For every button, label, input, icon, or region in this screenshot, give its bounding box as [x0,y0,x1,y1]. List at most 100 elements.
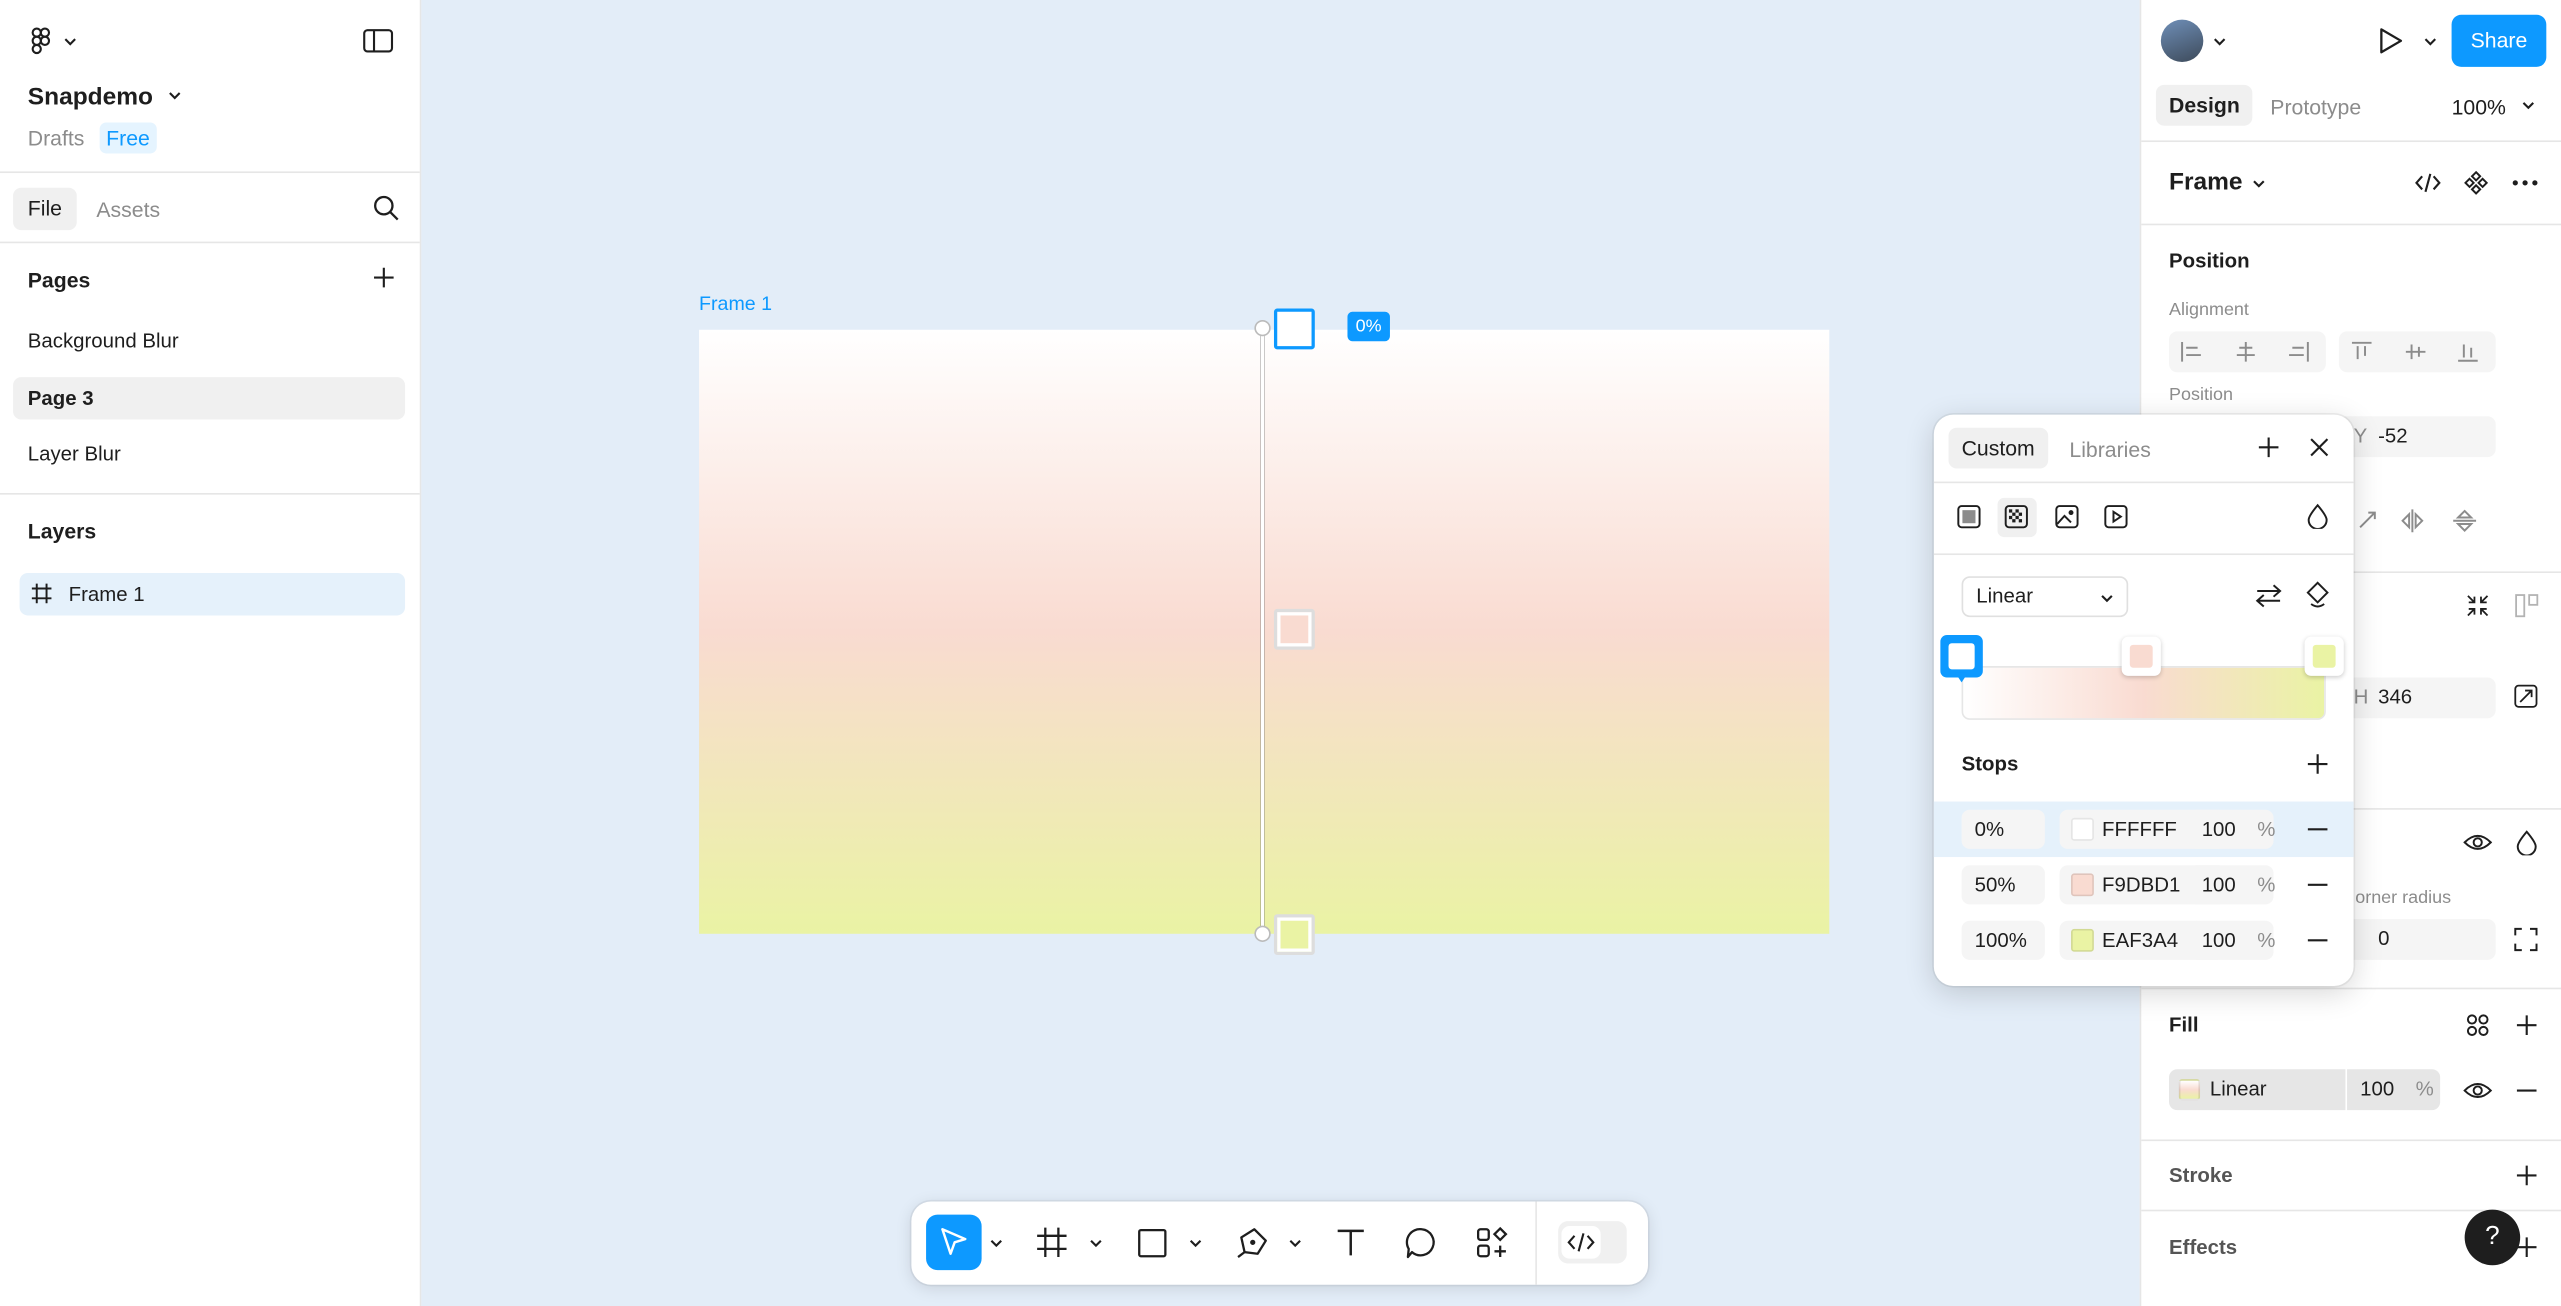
stop-swatch[interactable] [2071,873,2094,897]
tab-prototype[interactable]: Prototype [2270,95,2361,119]
remove-stop-icon[interactable] [2305,872,2331,898]
rotate-gradient-icon[interactable] [2306,581,2329,610]
stop-swatch[interactable] [2071,928,2094,952]
align-left-icon[interactable] [2180,341,2203,362]
chevron-down-icon[interactable] [1287,1234,1303,1250]
resize-to-fit-icon[interactable] [2465,593,2491,619]
stop-position-field[interactable]: 100% [1961,920,2045,960]
blend-mode-icon[interactable] [2515,829,2538,856]
comment-tool-icon[interactable] [1405,1226,1439,1260]
file-name[interactable]: Snapdemo [28,83,153,111]
canvas[interactable]: Frame 1 0% [421,0,2140,1306]
share-button[interactable]: Share [2451,14,2547,67]
constrain-proportions-icon[interactable] [2514,684,2538,708]
align-bottom-icon[interactable] [2456,341,2479,362]
play-icon[interactable] [2376,26,2404,55]
layer-item-frame-1[interactable]: Frame 1 [19,573,406,616]
gradient-stop-handle-0[interactable] [1273,308,1315,350]
component-icon[interactable] [2463,170,2489,196]
add-style-icon[interactable] [2256,434,2282,460]
toggle-sidebar-icon[interactable] [363,28,394,54]
chevron-down-icon[interactable] [2211,33,2227,49]
help-button[interactable]: ? [2464,1209,2521,1266]
flip-vertical-icon[interactable] [2452,508,2478,534]
selection-type[interactable]: Frame [2169,168,2243,196]
gradient-stop-handle-50[interactable] [1273,608,1315,650]
frame-label[interactable]: Frame 1 [699,292,772,315]
h-field[interactable]: H 346 [2338,677,2496,719]
tab-custom[interactable]: Custom [1948,427,2048,469]
more-icon[interactable] [2510,170,2539,196]
remove-stop-icon[interactable] [2305,816,2331,842]
page-item-background-blur[interactable]: Background Blur [13,320,405,362]
text-tool-icon[interactable] [1334,1226,1367,1259]
flip-gradient-icon[interactable] [2254,583,2283,609]
add-fill-icon[interactable] [2514,1012,2540,1038]
gradient-type-select[interactable]: Linear [1961,576,2129,618]
align-middle-icon[interactable] [2404,341,2427,362]
gradient-bar-stop-50[interactable] [2121,636,2161,676]
independent-corners-icon[interactable] [2514,927,2538,952]
gradient-handle-line[interactable] [1260,328,1265,934]
stop-opacity-field[interactable]: 100 % [2188,865,2275,905]
chevron-down-icon[interactable] [2520,96,2536,112]
figma-menu-button[interactable] [28,26,77,55]
zoom-level[interactable]: 100% [2452,95,2506,119]
add-stop-icon[interactable] [2305,751,2331,777]
align-top-icon[interactable] [2350,341,2373,362]
tab-assets[interactable]: Assets [96,198,160,222]
stop-position-field[interactable]: 0% [1961,809,2045,849]
align-center-icon[interactable] [2234,341,2257,362]
stop-row[interactable]: 0% FFFFFF 100 % [1934,806,2354,852]
add-stroke-icon[interactable] [2514,1162,2540,1188]
gradient-bar-stop-100[interactable] [2304,636,2344,676]
remove-stop-icon[interactable] [2305,927,2331,953]
stop-row[interactable]: 100% EAF3A4 100 % [1934,917,2354,963]
pen-tool-icon[interactable] [1235,1226,1269,1260]
stop-opacity-field[interactable]: 100 % [2188,920,2275,960]
chevron-down-icon[interactable] [1088,1234,1104,1250]
fill-opacity-field[interactable]: 100 % [2347,1069,2441,1111]
blend-mode-icon[interactable] [2306,503,2329,529]
gradient-bar-stop-0[interactable] [1940,635,1983,683]
stop-opacity-field[interactable]: 100 % [2188,809,2275,849]
visibility-eye-icon[interactable] [2463,831,2493,854]
move-tool-button[interactable] [926,1214,982,1271]
chevron-down-icon[interactable] [1187,1234,1203,1250]
visibility-eye-icon[interactable] [2463,1079,2493,1102]
avatar[interactable] [2160,19,2204,63]
solid-fill-icon[interactable] [1957,504,1981,529]
close-icon[interactable] [2306,434,2332,460]
page-item-page-3[interactable]: Page 3 [13,377,406,420]
tab-file[interactable]: File [13,187,77,231]
tab-design[interactable]: Design [2155,84,2253,126]
tab-libraries[interactable]: Libraries [2069,438,2150,462]
flip-horizontal-icon[interactable] [2399,508,2425,534]
chevron-down-icon[interactable] [2251,175,2267,191]
chevron-down-icon[interactable] [167,87,183,103]
gradient-start-handle[interactable] [1254,319,1271,337]
chevron-down-icon[interactable] [988,1234,1004,1250]
gradient-fill-tab[interactable] [1997,497,2037,538]
chevron-down-icon[interactable] [2422,33,2438,49]
add-page-icon[interactable] [371,264,397,290]
y-field[interactable]: Y -52 [2338,416,2496,458]
rectangle-tool-icon[interactable] [1137,1228,1168,1259]
frame-tool-icon[interactable] [1036,1226,1069,1259]
plan-badge[interactable]: Free [99,122,157,154]
stop-row[interactable]: 50% F9DBD1 100 % [1934,862,2354,908]
gradient-end-handle[interactable] [1254,925,1271,942]
fill-swatch[interactable] [2178,1079,2201,1101]
actions-tool-icon[interactable] [1475,1226,1509,1260]
video-fill-icon[interactable] [2104,504,2128,529]
stop-position-field[interactable]: 50% [1961,865,2045,905]
rotate-icon[interactable] [2355,508,2381,534]
drafts-link[interactable]: Drafts [28,126,85,150]
auto-layout-icon[interactable] [2514,593,2540,619]
image-fill-icon[interactable] [2055,504,2079,529]
dev-mode-toggle[interactable] [1558,1221,1627,1264]
fill-type-field[interactable]: Linear [2169,1069,2346,1111]
code-icon[interactable] [2414,170,2442,196]
page-item-layer-blur[interactable]: Layer Blur [13,433,405,475]
gradient-stop-handle-100[interactable] [1273,914,1315,956]
